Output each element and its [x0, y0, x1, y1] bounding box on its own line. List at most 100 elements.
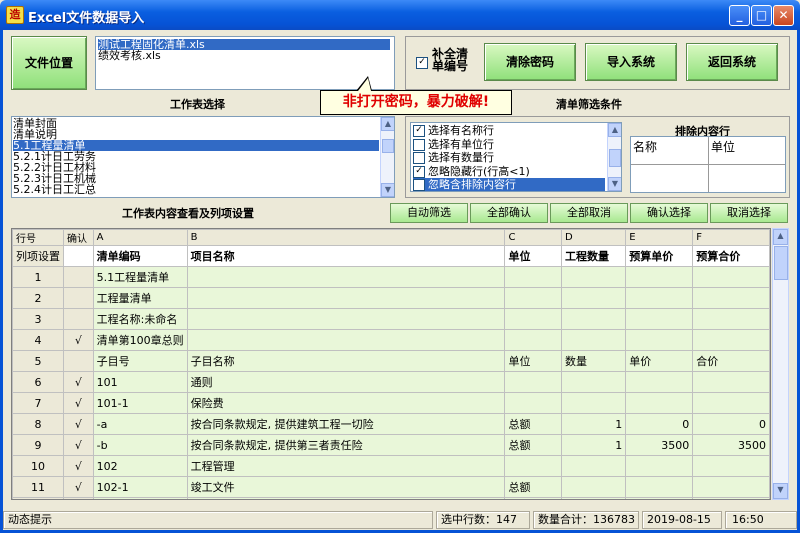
table-cell[interactable] [186, 329, 506, 351]
header-cell[interactable]: 单位 [504, 245, 562, 267]
table-cell[interactable] [186, 308, 506, 330]
table-row[interactable]: 4 √ 清单第100章总则 [12, 329, 770, 351]
table-cell[interactable]: 保险费 [186, 392, 506, 414]
table-row[interactable]: 8 √ -a 按合同条款规定, 提供建筑工程一切险 总额 1 0 0 [12, 413, 770, 435]
header-cell[interactable]: A [92, 229, 188, 246]
table-cell[interactable] [560, 329, 627, 351]
sheet-list[interactable]: 清单封面 清单说明 5.1工程量清单 5.2.1计日工劳务 5.2.2计日工材料… [11, 116, 395, 198]
header-cell[interactable] [63, 245, 94, 267]
header-cell[interactable]: 行号 [12, 229, 64, 246]
table-cell[interactable] [560, 287, 627, 309]
table-cell[interactable]: 9 [12, 434, 64, 456]
data-grid[interactable]: 行号 确认 A B C D E F 列项设置 清单编码 项目名称 单位 工程数量 预算单价 预算合价 1 5.1… [11, 228, 771, 500]
table-cell[interactable] [692, 455, 770, 477]
table-cell[interactable] [63, 287, 94, 309]
table-cell[interactable] [63, 350, 94, 372]
table-cell[interactable]: 1 [560, 434, 627, 456]
return-system-button[interactable]: 返回系统 [686, 43, 778, 81]
table-cell[interactable] [692, 329, 770, 351]
table-row[interactable]: 5 子目号 子目名称 单位 数量 单价 合价 [12, 350, 770, 372]
table-cell[interactable]: 0 [692, 413, 770, 435]
checkbox-icon[interactable] [413, 138, 425, 151]
table-cell[interactable] [692, 476, 770, 498]
table-cell[interactable]: 0 [625, 413, 694, 435]
table-row[interactable]: 2 工程量清单 [12, 287, 770, 309]
table-cell[interactable]: 总额 [504, 434, 562, 456]
table-cell[interactable] [560, 266, 627, 288]
cancel-all-button[interactable]: 全部取消 [550, 203, 628, 223]
scroll-down-icon[interactable]: ▼ [608, 177, 621, 191]
table-cell[interactable]: 10 [12, 455, 64, 477]
checkbox-checked-icon[interactable]: ✓ [413, 125, 425, 137]
table-cell[interactable] [625, 371, 694, 393]
table-cell[interactable] [63, 308, 94, 330]
import-system-button[interactable]: 导入系统 [585, 43, 677, 81]
scroll-down-icon[interactable]: ▼ [773, 483, 788, 499]
table-cell[interactable]: 工程名称:未命名 [92, 308, 188, 330]
table-cell[interactable] [692, 371, 770, 393]
close-button[interactable]: ✕ [773, 5, 794, 26]
table-row[interactable]: 6 √ 101 通则 [12, 371, 770, 393]
header-cell[interactable]: C [504, 229, 562, 246]
scroll-up-icon[interactable]: ▲ [381, 117, 394, 131]
table-cell[interactable]: 1 [560, 413, 627, 435]
header-cell[interactable]: 项目名称 [186, 245, 506, 267]
table-cell[interactable] [504, 371, 562, 393]
table-cell[interactable] [504, 329, 562, 351]
header-row[interactable]: 行号 确认 A B C D E F [12, 229, 770, 246]
table-cell[interactable]: 1 [12, 266, 64, 288]
table-cell[interactable] [625, 392, 694, 414]
table-cell[interactable]: 子目号 [92, 350, 188, 372]
table-cell[interactable]: 101 [92, 371, 188, 393]
scroll-thumb[interactable] [382, 139, 394, 153]
table-cell[interactable]: √ [63, 371, 94, 393]
fill-code-checkbox[interactable]: ✓ [416, 56, 431, 69]
table-cell[interactable] [625, 266, 694, 288]
table-cell[interactable]: √ [63, 392, 94, 414]
table-cell[interactable]: 3500 [692, 434, 770, 456]
table-cell[interactable]: 工程管理 [186, 455, 506, 477]
header-cell[interactable]: 清单编码 [92, 245, 188, 267]
file-location-button[interactable]: 文件位置 [11, 36, 87, 90]
checkbox-icon[interactable] [413, 152, 425, 164]
table-row[interactable]: 3 工程名称:未命名 [12, 308, 770, 330]
table-row[interactable]: 9 √ -b 按合同条款规定, 提供第三者责任险 总额 1 3500 3500 [12, 434, 770, 456]
table-cell[interactable] [560, 392, 627, 414]
table-cell[interactable] [504, 455, 562, 477]
header-cell[interactable]: B [186, 229, 506, 246]
table-cell[interactable]: 7 [12, 392, 64, 414]
table-cell[interactable]: 单价 [625, 350, 694, 372]
scroll-down-icon[interactable]: ▼ [381, 183, 394, 197]
sheet-item[interactable]: 清单封面 [13, 118, 379, 129]
table-cell[interactable]: 数量 [560, 350, 627, 372]
scroll-up-icon[interactable]: ▲ [773, 229, 788, 245]
clear-password-button[interactable]: 清除密码 [484, 43, 576, 81]
table-cell[interactable] [625, 308, 694, 330]
header-cell[interactable]: D [560, 229, 627, 246]
table-cell[interactable]: 子目名称 [186, 350, 506, 372]
cancel-selection-button[interactable]: 取消选择 [710, 203, 788, 223]
table-cell[interactable]: √ [63, 476, 94, 498]
header-cell[interactable]: 工程数量 [560, 245, 627, 267]
table-cell[interactable]: 6 [12, 371, 64, 393]
table-cell[interactable] [560, 497, 627, 499]
table-cell[interactable]: 单位 [504, 350, 562, 372]
scroll-thumb[interactable] [609, 149, 621, 167]
table-cell[interactable]: 工程量清单 [92, 287, 188, 309]
table-cell[interactable]: 竣工文件 [186, 476, 506, 498]
table-row[interactable]: 11 √ 102-1 竣工文件 总额 [12, 476, 770, 498]
filter-item[interactable]: ✓ 忽略含排除内容行 [413, 178, 605, 191]
table-cell[interactable]: 通则 [186, 371, 506, 393]
table-cell[interactable]: 5.1工程量清单 [92, 266, 188, 288]
table-cell[interactable]: 按合同条款规定, 提供建筑工程一切险 [186, 413, 506, 435]
exclude-table[interactable]: 名称 单位 [630, 136, 786, 193]
checkbox-checked-icon[interactable]: ✓ [413, 165, 425, 178]
grid-scrollbar[interactable]: ▲ ▼ [772, 228, 789, 500]
table-cell[interactable] [625, 287, 694, 309]
table-cell[interactable]: 102-1 [92, 476, 188, 498]
table-cell[interactable]: √ [63, 434, 94, 456]
table-row[interactable]: 10 √ 102 工程管理 [12, 455, 770, 477]
header-cell[interactable]: 预算合价 [692, 245, 770, 267]
table-cell[interactable]: 总额 [504, 476, 562, 498]
table-cell[interactable]: 2 [12, 287, 64, 309]
